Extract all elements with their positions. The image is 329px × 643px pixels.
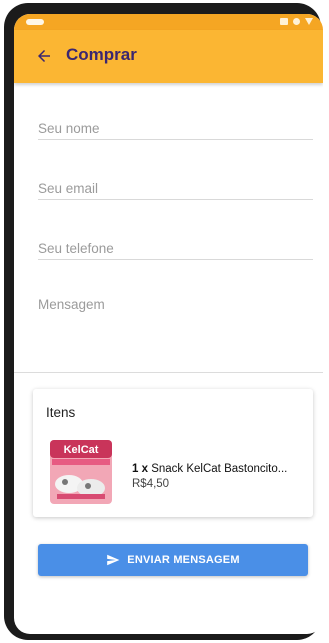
item-description: 1 x Snack KelCat Bastoncito... — [132, 463, 307, 475]
item-name: Snack KelCat Bastoncito... — [151, 463, 288, 475]
email-input[interactable] — [38, 177, 313, 199]
battery-icon — [305, 18, 313, 25]
items-title: Itens — [46, 405, 76, 420]
wifi-icon — [293, 18, 300, 25]
send-button-label: ENVIAR MENSAGEM — [127, 554, 240, 566]
message-input[interactable] — [38, 297, 313, 353]
message-field[interactable] — [38, 297, 313, 358]
status-icons — [280, 18, 313, 25]
name-field[interactable] — [38, 117, 313, 140]
app-screen: Comprar Itens Kel — [14, 14, 323, 634]
name-input[interactable] — [38, 117, 313, 139]
send-icon — [107, 554, 120, 566]
form-divider — [14, 372, 323, 373]
back-button[interactable] — [32, 44, 56, 68]
product-brand-logo: KelCat — [64, 444, 99, 456]
page-title: Comprar — [66, 45, 137, 64]
product-image: KelCat — [50, 440, 112, 504]
phone-input[interactable] — [38, 237, 313, 259]
phone-field[interactable] — [38, 237, 313, 260]
send-message-button[interactable]: ENVIAR MENSAGEM — [38, 544, 308, 576]
items-card: Itens KelCat 1 x Snack KelCat Bastoncito… — [33, 389, 313, 517]
arrow-left-icon — [38, 50, 50, 62]
app-bar: Comprar — [14, 30, 323, 83]
item-price: R$4,50 — [132, 478, 170, 490]
signal-icon — [280, 18, 288, 25]
phone-frame: Comprar Itens Kel — [4, 3, 323, 640]
status-notch-icon — [26, 19, 44, 25]
email-field[interactable] — [38, 177, 313, 200]
item-quantity: 1 x — [132, 463, 148, 475]
status-bar — [14, 14, 323, 30]
